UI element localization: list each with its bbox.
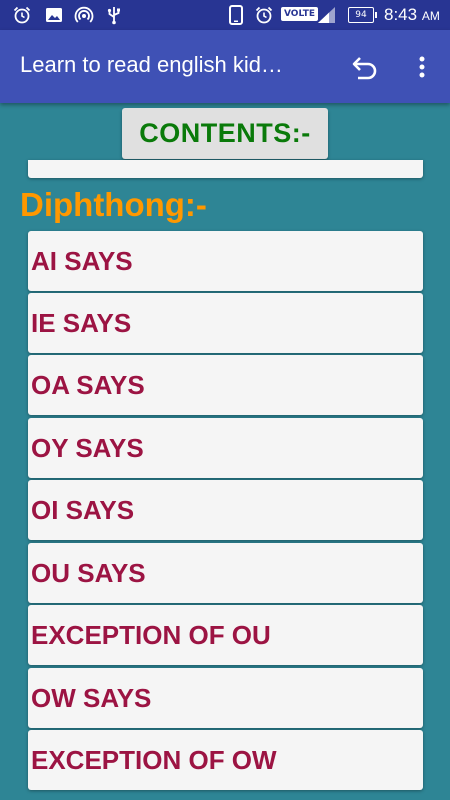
list-item[interactable]: EXCEPTION OF OU — [28, 605, 423, 665]
contents-button-label: CONTENTS:- — [139, 118, 311, 148]
list-item-label: AI SAYS — [31, 246, 133, 276]
list-item[interactable]: OW SAYS — [28, 668, 423, 728]
list-item[interactable]: EXCEPTION OF OW — [28, 730, 423, 790]
image-icon — [43, 5, 65, 25]
clock-ampm: AM — [421, 9, 440, 23]
list-item[interactable]: OU SAYS — [28, 543, 423, 603]
contents-button[interactable]: CONTENTS:- — [122, 108, 328, 159]
app-title: Learn to read english kid… — [20, 52, 283, 77]
list-item-label: OA SAYS — [31, 370, 145, 400]
volte-badge: VOLTE — [281, 7, 318, 21]
hotspot-icon — [73, 5, 95, 25]
list-item[interactable]: OA SAYS — [28, 355, 423, 415]
list-item[interactable]: OI SAYS — [28, 480, 423, 540]
list-item[interactable]: IE SAYS — [28, 293, 423, 353]
overflow-menu-icon — [419, 56, 425, 78]
usb-icon — [103, 5, 125, 25]
alarm-icon — [11, 5, 33, 25]
phone-icon — [226, 5, 246, 25]
list-item[interactable]: OY SAYS — [28, 418, 423, 478]
clock: 8:43 AM — [384, 5, 440, 25]
app-bar: Learn to read english kid… — [0, 30, 450, 103]
list-item-label: IE SAYS — [31, 308, 132, 338]
list-item-label: EXCEPTION OF OU — [31, 620, 271, 650]
signal-icon — [315, 5, 339, 25]
list-item-label: OU SAYS — [31, 558, 146, 588]
clock-time: 8:43 — [384, 5, 418, 24]
overflow-menu-button[interactable] — [408, 49, 436, 85]
partial-list-item[interactable] — [28, 160, 423, 178]
list-item-label: EXCEPTION OF OW — [31, 745, 277, 775]
list-item-label: OW SAYS — [31, 683, 152, 713]
list-item[interactable]: AI SAYS — [28, 231, 423, 291]
undo-icon — [352, 57, 377, 80]
undo-button[interactable] — [345, 49, 385, 85]
list-item-label: OY SAYS — [31, 433, 144, 463]
alarm-icon — [253, 5, 275, 25]
list-item-label: OI SAYS — [31, 495, 135, 525]
status-bar: VOLTE 94 8:43 AM — [0, 0, 450, 30]
battery-icon: 94 — [348, 7, 377, 23]
section-heading: Diphthong:- — [20, 186, 207, 223]
